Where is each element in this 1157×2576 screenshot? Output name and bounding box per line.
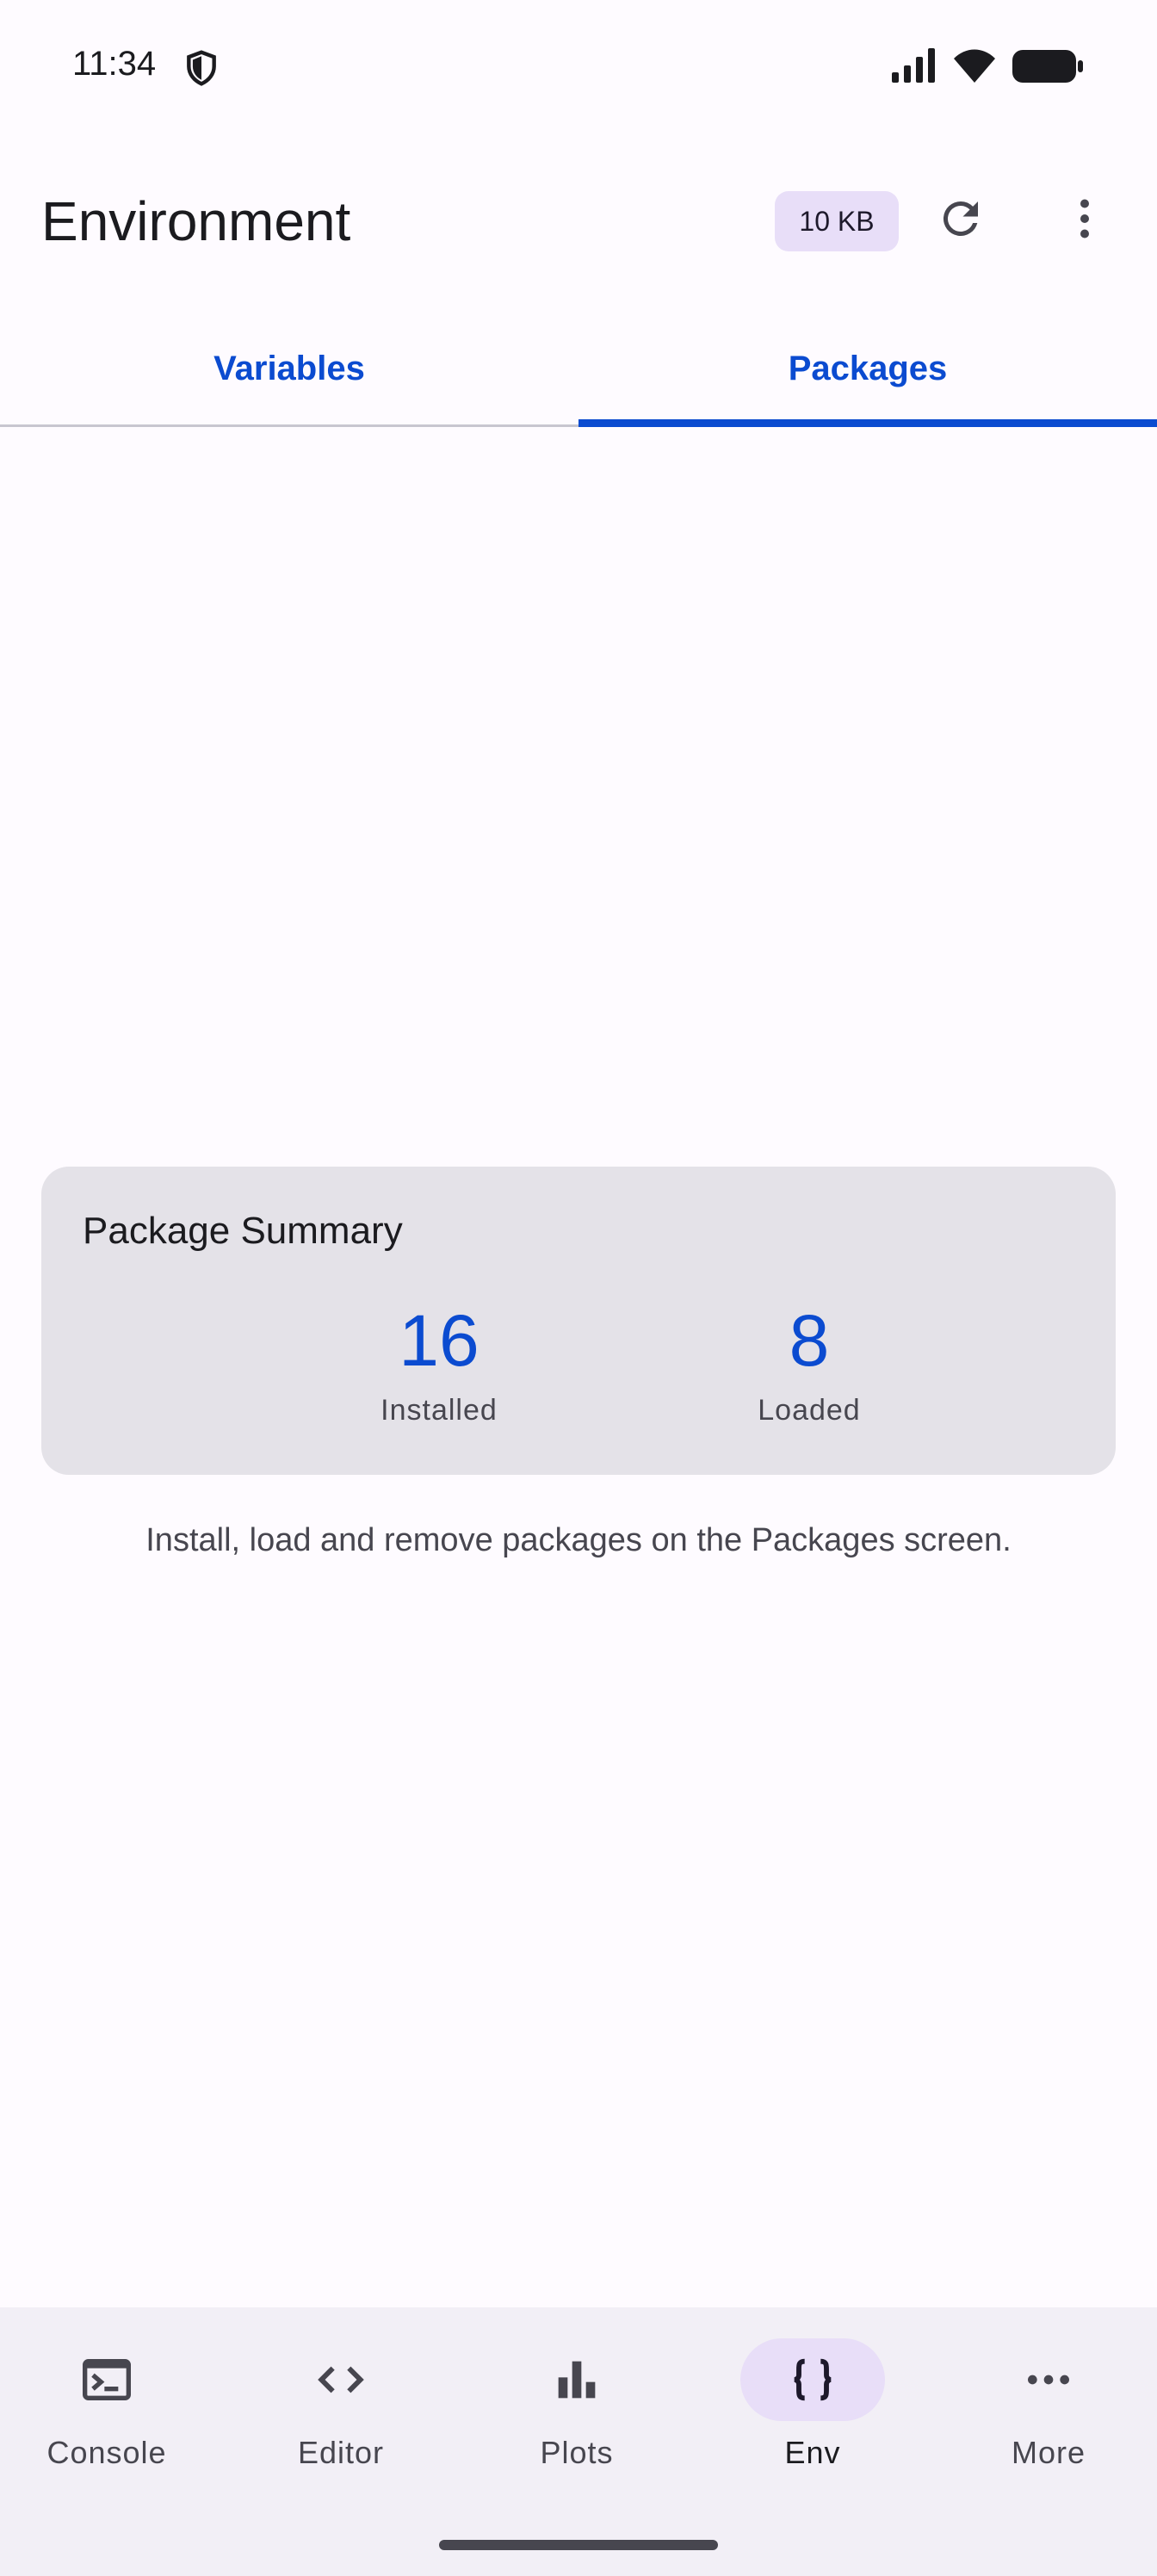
loaded-label: Loaded	[758, 1394, 861, 1427]
nav-label: More	[1011, 2435, 1086, 2470]
nav-pill	[504, 2338, 649, 2421]
more-horiz-icon	[1028, 2375, 1069, 2385]
nav-label: Editor	[297, 2435, 385, 2470]
installed-label: Installed	[381, 1394, 498, 1427]
shield-icon	[187, 50, 216, 86]
installed-stat: 16 Installed	[310, 1304, 568, 1427]
card-title: Package Summary	[83, 1210, 403, 1252]
bottom-navigation: Console Editor Plots Env More	[0, 2307, 1157, 2576]
signal-icon	[892, 48, 935, 83]
nav-item-more[interactable]: More	[945, 2338, 1152, 2493]
overflow-menu-button[interactable]	[1054, 188, 1116, 250]
nav-label: Env	[784, 2435, 841, 2470]
status-bar: 11:34	[0, 0, 1157, 129]
wifi-icon	[954, 49, 995, 83]
nav-pill	[976, 2338, 1121, 2421]
nav-pill-active	[740, 2338, 885, 2421]
nav-pill	[34, 2338, 179, 2421]
loaded-stat: 8 Loaded	[680, 1304, 938, 1427]
memory-usage-chip: 10 KB	[775, 191, 899, 251]
package-summary-card: Package Summary 16 Installed 8 Loaded	[41, 1167, 1116, 1475]
nav-item-plots[interactable]: Plots	[473, 2338, 680, 2493]
nav-item-env[interactable]: Env	[709, 2338, 916, 2493]
help-text: Install, load and remove packages on the…	[145, 1522, 1012, 1558]
home-indicator[interactable]	[439, 2540, 718, 2550]
battery-icon	[1012, 50, 1083, 83]
tab-packages[interactable]: Packages	[578, 310, 1157, 427]
nav-pill	[269, 2338, 413, 2421]
nav-item-console[interactable]: Console	[3, 2338, 210, 2493]
more-vert-icon	[1080, 199, 1089, 238]
refresh-button[interactable]	[930, 188, 992, 250]
loaded-count: 8	[789, 1300, 830, 1381]
tab-row: Variables Packages	[0, 310, 1157, 427]
page-title: Environment	[41, 190, 351, 252]
tab-indicator	[578, 419, 1157, 427]
status-icons	[890, 48, 1085, 84]
bar-chart-icon	[558, 2361, 596, 2399]
nav-label: Console	[46, 2435, 167, 2470]
nav-item-editor[interactable]: Editor	[238, 2338, 444, 2493]
installed-count: 16	[399, 1300, 480, 1381]
nav-label: Plots	[540, 2435, 614, 2470]
top-app-bar: Environment 10 KB	[0, 172, 1157, 267]
status-time: 11:34	[72, 45, 157, 83]
braces-icon	[794, 2358, 832, 2401]
environment-screen: 11:34 Environment 10 KB Variables Packag…	[0, 0, 1157, 2576]
refresh-icon	[943, 201, 978, 236]
code-icon	[318, 2366, 364, 2393]
tab-variables[interactable]: Variables	[0, 310, 578, 427]
terminal-icon	[83, 2359, 131, 2400]
